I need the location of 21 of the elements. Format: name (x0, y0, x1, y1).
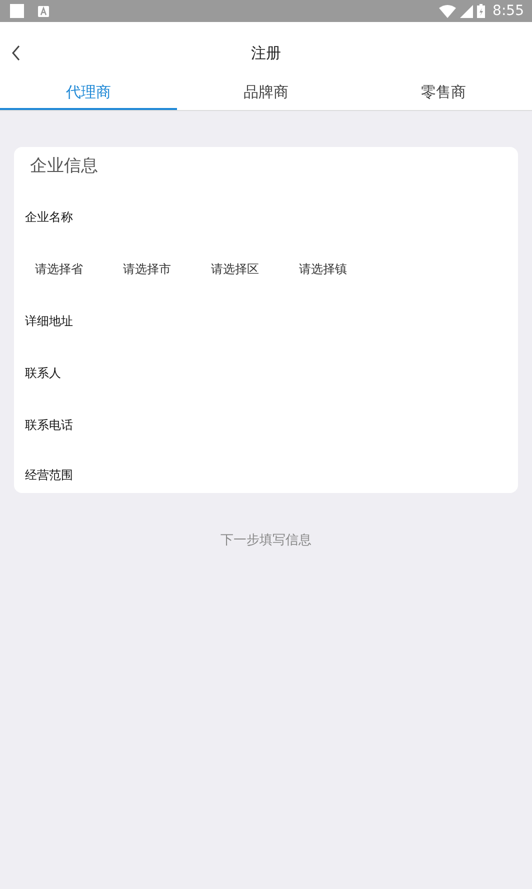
status-time: 8:55 (492, 3, 524, 19)
tab[interactable]: 代理商 (0, 84, 178, 110)
signal-icon (460, 4, 473, 18)
notification-icon (10, 4, 24, 18)
region-picker[interactable]: 请选择市 (123, 260, 211, 278)
keyboard-icon (38, 6, 49, 16)
field-label: 详细地址 (25, 312, 74, 330)
card-title: 企业信息 (29, 155, 99, 178)
region-picker[interactable]: 请选择省 (35, 260, 123, 278)
battery-icon (476, 4, 485, 18)
page-title: 注册 (251, 44, 281, 62)
wifi-icon (438, 4, 456, 18)
field-label: 经营范围 (25, 467, 74, 484)
back-icon[interactable] (11, 45, 21, 61)
tab[interactable]: 零售商 (354, 84, 532, 110)
field-label: 联系人 (25, 364, 62, 382)
field-label: 联系电话 (25, 416, 74, 434)
tab[interactable]: 品牌商 (177, 84, 355, 110)
region-picker[interactable]: 请选择镇 (299, 260, 387, 278)
field-label: 企业名称 (25, 208, 74, 226)
region-picker[interactable]: 请选择区 (211, 260, 299, 278)
